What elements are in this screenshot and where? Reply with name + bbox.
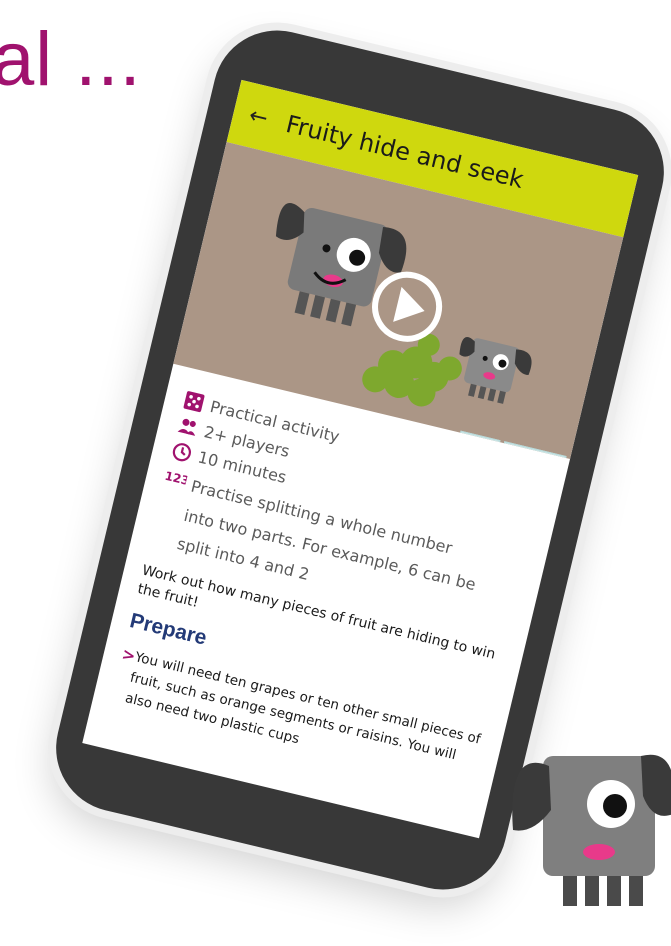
small-dog-illustration xyxy=(459,337,532,404)
arrow-left-icon[interactable]: ← xyxy=(247,103,282,134)
play-icon xyxy=(372,271,443,342)
svg-text:123: 123 xyxy=(163,469,188,488)
app-screen: ← Fruity hide and seek Chris Practical a… xyxy=(82,79,639,839)
grapes-illustration xyxy=(362,333,462,407)
clock-icon xyxy=(172,443,191,462)
big-dog-illustration xyxy=(275,203,407,327)
numbers-icon: 123 xyxy=(163,469,188,488)
players-icon xyxy=(177,418,196,436)
page-headline: al ... xyxy=(0,17,142,102)
dog-mascot-illustration xyxy=(512,754,671,906)
dice-icon xyxy=(183,391,205,413)
